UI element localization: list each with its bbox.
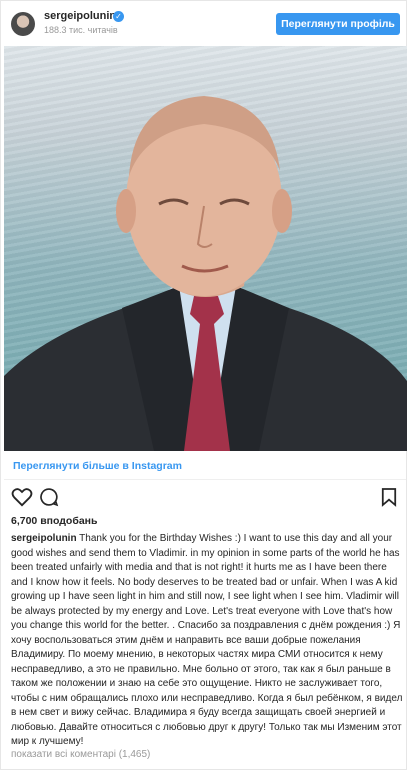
caption-username[interactable]: sergeipolunin — [11, 533, 77, 544]
post-header: sergeipolunin ✓ 188.3 тис. читачів Перег… — [1, 1, 406, 45]
caption-text: Thank you for the Birthday Wishes :) I w… — [11, 533, 403, 747]
bookmark-icon[interactable] — [381, 487, 397, 512]
comment-icon[interactable] — [39, 487, 59, 512]
heart-icon[interactable] — [11, 487, 33, 512]
post-photo[interactable] — [4, 46, 407, 451]
view-more-on-instagram-link[interactable]: Переглянути більше в Instagram — [13, 460, 182, 472]
avatar[interactable] — [11, 12, 35, 36]
post-caption: sergeipolunin Thank you for the Birthday… — [11, 532, 403, 750]
like-count[interactable]: 6,700 вподобань — [11, 515, 97, 527]
action-bar — [1, 486, 406, 510]
view-profile-button[interactable]: Переглянути профіль — [276, 13, 400, 35]
verified-badge-icon: ✓ — [113, 11, 124, 22]
portrait-illustration — [4, 96, 407, 451]
instagram-embed-card: sergeipolunin ✓ 188.3 тис. читачів Перег… — [0, 0, 407, 770]
view-all-comments-link[interactable]: показати всі коментарі (1,465) — [11, 749, 150, 760]
username[interactable]: sergeipolunin — [44, 10, 116, 22]
divider — [4, 479, 406, 480]
follower-count: 188.3 тис. читачів — [44, 25, 118, 35]
